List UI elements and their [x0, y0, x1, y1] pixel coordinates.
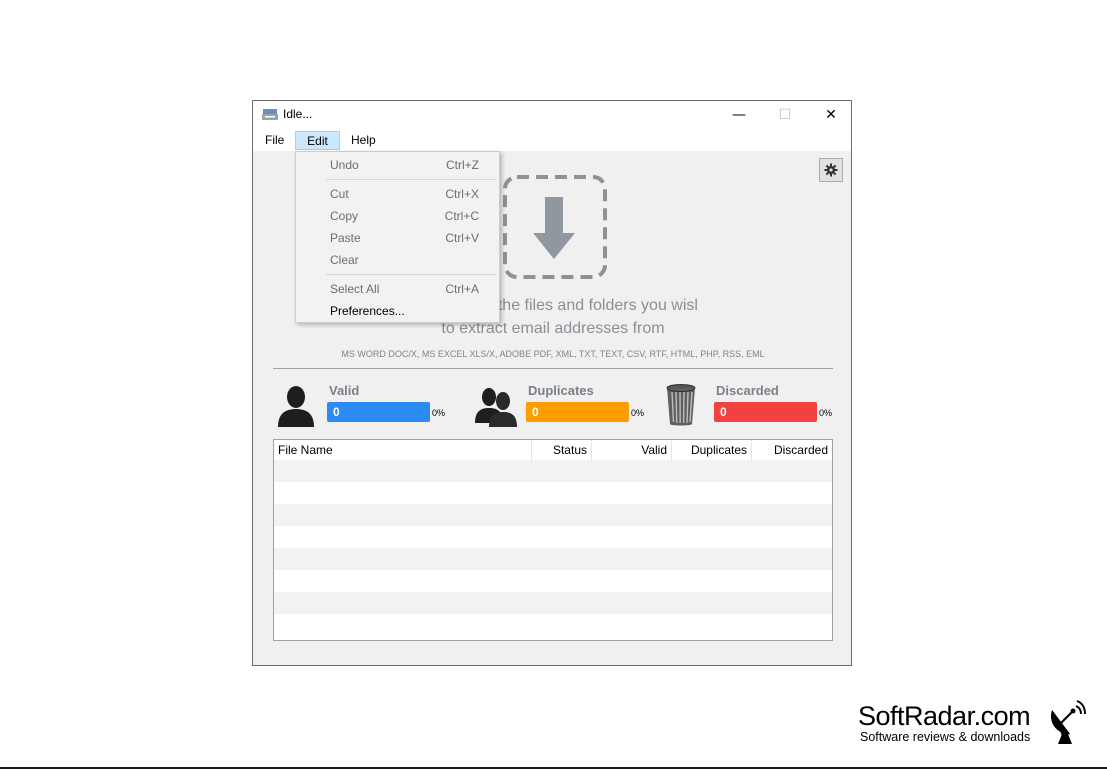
drop-zone-icon[interactable]: [501, 173, 609, 281]
divider: [273, 368, 833, 369]
column-discarded[interactable]: Discarded: [752, 440, 832, 460]
column-duplicates[interactable]: Duplicates: [672, 440, 752, 460]
menu-help[interactable]: Help: [345, 131, 382, 150]
title-bar: Idle... — ☐ ✕: [253, 101, 851, 129]
watermark-subtitle: Software reviews & downloads: [860, 730, 1031, 744]
menu-edit[interactable]: Edit: [295, 131, 340, 150]
undo-shortcut: Ctrl+Z: [446, 158, 479, 172]
watermark-title: SoftRadar.com: [858, 701, 1031, 731]
menu-item-undo[interactable]: Undo Ctrl+Z: [296, 154, 499, 176]
copy-shortcut: Ctrl+C: [444, 209, 479, 223]
maximize-button[interactable]: ☐: [762, 101, 808, 129]
table-row: [274, 570, 832, 592]
gear-icon: [824, 163, 838, 177]
clear-label: Clear: [330, 253, 359, 267]
valid-label: Valid: [329, 383, 360, 398]
discarded-label: Discarded: [716, 383, 779, 398]
table-row: [274, 526, 832, 548]
discarded-percent: 0%: [819, 408, 833, 418]
files-table[interactable]: File Name Status Valid Duplicates Discar…: [273, 439, 833, 641]
duplicates-percent: 0%: [631, 408, 645, 418]
window-title: Idle...: [283, 107, 313, 121]
table-row: [274, 548, 832, 570]
table-header: File Name Status Valid Duplicates Discar…: [274, 440, 832, 460]
valid-count: 0: [333, 405, 340, 419]
select-all-label: Select All: [330, 282, 380, 296]
undo-label: Undo: [330, 158, 359, 172]
cut-shortcut: Ctrl+X: [445, 187, 479, 201]
paste-label: Paste: [330, 231, 361, 245]
duplicates-label: Duplicates: [528, 383, 594, 398]
select-all-shortcut: Ctrl+A: [445, 282, 479, 296]
discarded-count: 0: [720, 405, 727, 419]
table-row: [274, 504, 832, 526]
column-file-name[interactable]: File Name: [274, 440, 532, 460]
duplicates-bar: 0: [526, 402, 629, 422]
table-row: [274, 482, 832, 504]
discarded-bar: 0: [714, 402, 817, 422]
menu-file[interactable]: File: [259, 131, 290, 150]
users-icon: [475, 388, 517, 427]
table-row: [274, 460, 832, 482]
column-valid[interactable]: Valid: [592, 440, 672, 460]
supported-formats: MS WORD DOC/X, MS EXCEL XLS/X, ADOBE PDF…: [341, 349, 765, 359]
satellite-dish-icon: [1050, 700, 1086, 744]
valid-percent: 0%: [432, 408, 446, 418]
menu-item-cut[interactable]: Cut Ctrl+X: [296, 183, 499, 205]
table-row: [274, 614, 832, 636]
menu-bar: File Edit Help: [253, 129, 851, 151]
menu-separator: [326, 179, 497, 180]
duplicates-count: 0: [532, 405, 539, 419]
menu-item-clear[interactable]: Clear: [296, 249, 499, 271]
valid-bar: 0: [327, 402, 430, 422]
app-icon: [262, 109, 278, 120]
column-status[interactable]: Status: [532, 440, 592, 460]
paste-shortcut: Ctrl+V: [445, 231, 479, 245]
menu-item-preferences[interactable]: Preferences...: [296, 300, 499, 322]
minimize-button[interactable]: —: [716, 101, 762, 129]
table-row: [274, 592, 832, 614]
user-icon: [278, 386, 314, 427]
edit-menu-dropdown: Undo Ctrl+Z Cut Ctrl+X Copy Ctrl+C Paste…: [295, 151, 500, 323]
menu-item-copy[interactable]: Copy Ctrl+C: [296, 205, 499, 227]
preferences-label: Preferences...: [330, 304, 405, 318]
copy-label: Copy: [330, 209, 359, 223]
settings-button[interactable]: [819, 158, 843, 182]
menu-item-select-all[interactable]: Select All Ctrl+A: [296, 278, 499, 300]
trash-icon: [666, 384, 696, 426]
menu-separator: [326, 274, 497, 275]
cut-label: Cut: [330, 187, 349, 201]
menu-item-paste[interactable]: Paste Ctrl+V: [296, 227, 499, 249]
close-button[interactable]: ✕: [808, 101, 854, 129]
